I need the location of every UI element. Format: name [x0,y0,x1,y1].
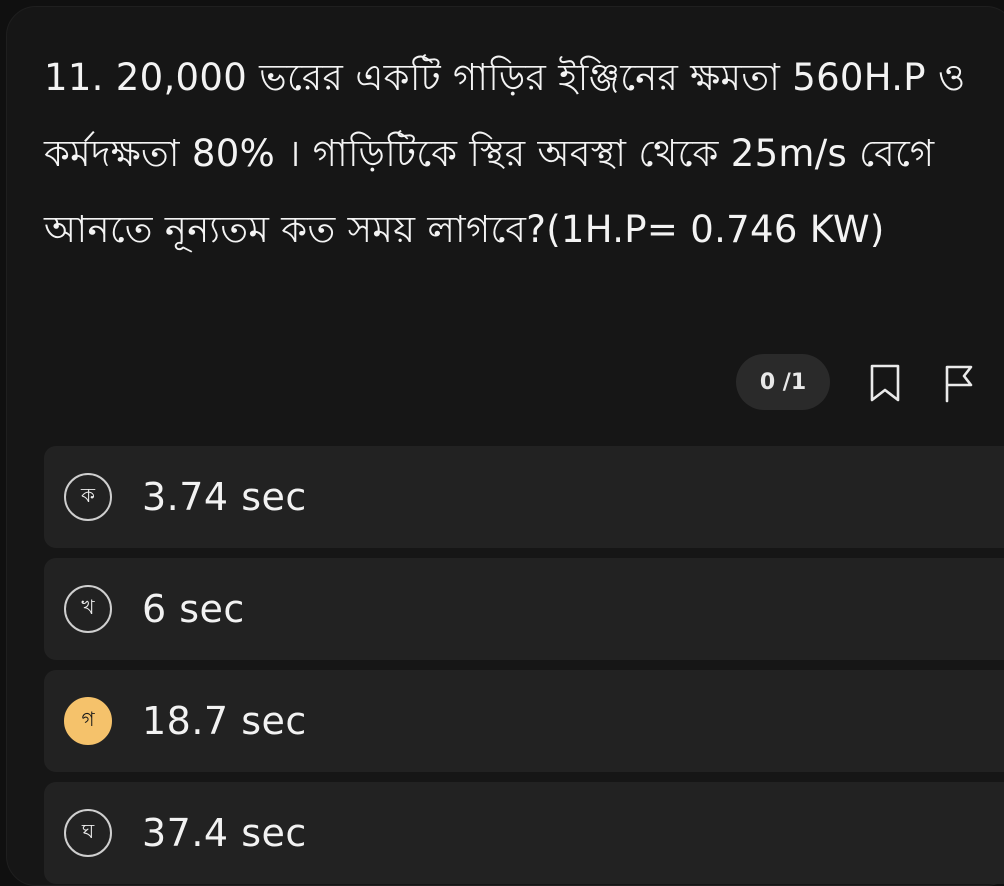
bookmark-icon [870,364,900,402]
option-letter: ঘ [64,809,112,857]
question-text: 11. 20,000 ভরের একটি গাড়ির ইঞ্জিনের ক্ষ… [44,56,966,251]
option-kha[interactable]: খ 6 sec [44,558,1004,660]
bookmark-button[interactable] [864,362,906,404]
option-letter: ক [64,473,112,521]
option-text: 6 sec [142,587,245,631]
option-letter: খ [64,585,112,633]
option-gha[interactable]: ঘ 37.4 sec [44,782,1004,884]
option-text: 3.74 sec [142,475,307,519]
answer-counter: 0 /1 [736,354,830,410]
flag-icon [945,365,973,403]
option-text: 37.4 sec [142,811,307,855]
option-text: 18.7 sec [142,699,307,743]
option-ka[interactable]: ক 3.74 sec [44,446,1004,548]
flag-button[interactable] [938,362,980,404]
option-ga[interactable]: গ 18.7 sec [44,670,1004,772]
option-letter-selected: গ [64,697,112,745]
